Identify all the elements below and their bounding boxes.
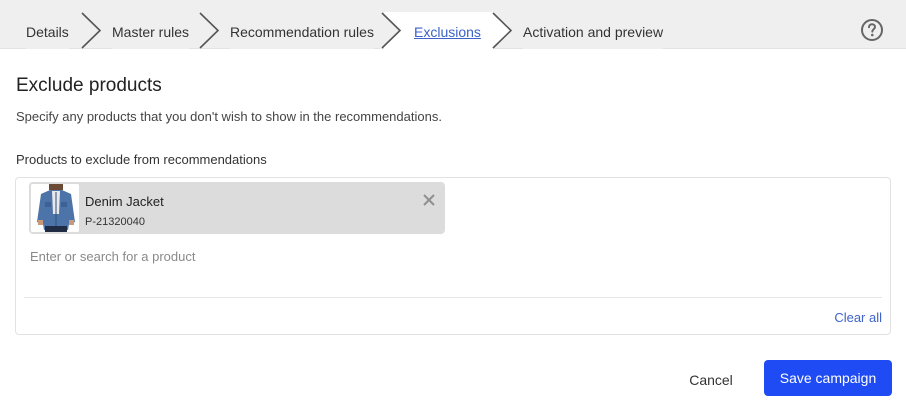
- step-label: Activation and preview: [523, 23, 664, 40]
- step-activation-preview[interactable]: Activation and preview: [523, 12, 664, 49]
- step-master-rules[interactable]: Master rules: [112, 12, 190, 49]
- denim-jacket-thumbnail: [31, 184, 79, 232]
- chevron-right-icon: [199, 12, 220, 49]
- save-campaign-button[interactable]: Save campaign: [764, 360, 892, 396]
- step-label: Master rules: [112, 23, 190, 40]
- chevron-right-icon: [491, 12, 513, 49]
- step-label: Details: [26, 23, 69, 40]
- step-label: Exclusions: [414, 23, 481, 40]
- step-label: Recommendation rules: [230, 23, 374, 40]
- product-search-input[interactable]: [30, 246, 870, 266]
- product-sku: P-21320040: [85, 216, 145, 228]
- selected-product-chip: Denim Jacket P-21320040: [29, 182, 445, 234]
- chevron-right-icon: [81, 12, 102, 49]
- product-name: Denim Jacket: [85, 194, 164, 209]
- page-title: Exclude products: [16, 75, 162, 96]
- chevron-right-icon: [380, 12, 402, 49]
- question-circle-icon[interactable]: [860, 18, 884, 42]
- clear-all-link[interactable]: Clear all: [834, 310, 882, 325]
- step-details[interactable]: Details: [26, 12, 69, 49]
- page-subtitle: Specify any products that you don't wish…: [16, 109, 442, 124]
- exclusion-field-label: Products to exclude from recommendations: [16, 152, 267, 167]
- step-recommendation-rules[interactable]: Recommendation rules: [230, 12, 374, 49]
- product-picker: Denim Jacket P-21320040 Clear all: [15, 177, 891, 335]
- product-thumbnail: [31, 184, 79, 232]
- picker-divider: [24, 297, 882, 298]
- cancel-button[interactable]: Cancel: [672, 362, 750, 398]
- wizard-stepper: Details Master rules Recommendation rule…: [0, 0, 906, 49]
- close-icon[interactable]: [422, 193, 436, 207]
